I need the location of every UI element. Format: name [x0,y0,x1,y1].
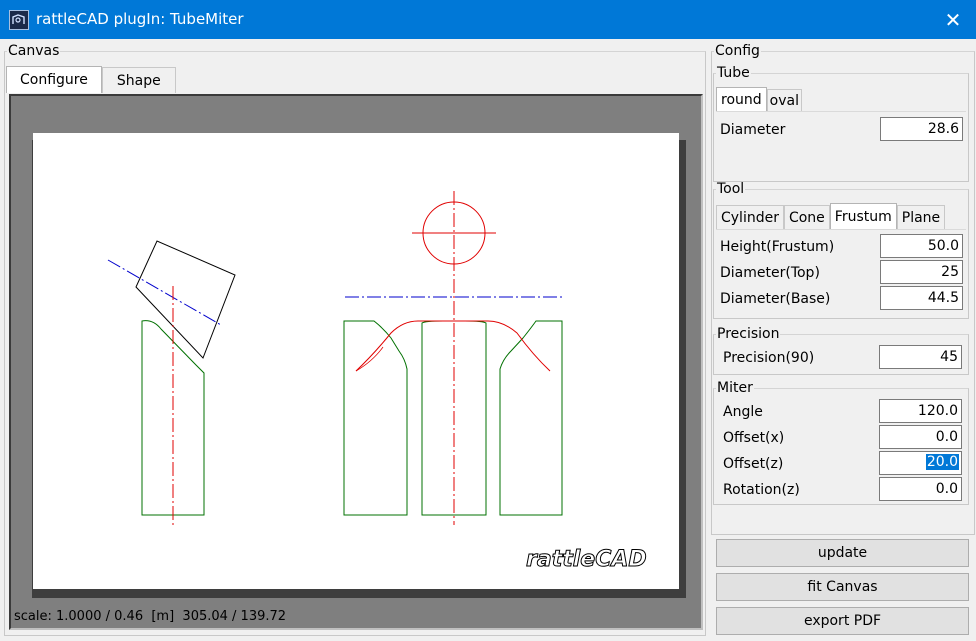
tube-legend: Tube [717,65,750,81]
tube-tabs: round oval [716,87,802,112]
height-frustum-input[interactable] [880,234,963,258]
offset-z-input[interactable]: 20.0 [879,451,962,475]
scale-status: scale: 1.0000 / 0.46 [m] 305.04 / 139.72 [14,609,287,624]
offset-z-label: Offset(z) [723,456,784,472]
tab-oval[interactable]: oval [766,89,802,112]
precision-legend: Precision [717,326,780,342]
rattlecad-logo: rattleCAD [526,547,647,572]
diameter-base-input[interactable] [880,286,963,310]
height-frustum-label: Height(Frustum) [720,239,835,255]
close-button[interactable]: ✕ [930,0,976,39]
config-legend: Config [715,43,760,59]
rotation-z-input[interactable] [879,477,962,501]
rotation-z-label: Rotation(z) [723,482,800,498]
offset-z-selected-value[interactable]: 20.0 [925,454,959,470]
precision-input[interactable] [879,345,962,369]
tab-round[interactable]: round [716,87,767,112]
angle-label: Angle [723,404,763,420]
window-title: rattleCAD plugIn: TubeMiter [36,10,244,28]
app-icon [9,10,29,30]
diameter-top-label: Diameter(Top) [720,265,820,281]
diameter-base-label: Diameter(Base) [720,291,831,307]
fit-canvas-button[interactable]: fit Canvas [716,573,969,601]
export-pdf-button[interactable]: export PDF [716,607,969,635]
miter-legend: Miter [717,380,753,396]
tab-configure[interactable]: Configure [6,66,102,93]
angle-input[interactable] [879,399,962,423]
close-icon[interactable]: ✕ [945,8,962,32]
update-button[interactable]: update [716,539,969,567]
tool-legend: Tool [717,181,745,197]
tab-shape[interactable]: Shape [101,67,176,93]
canvas-tabs: Configure Shape [6,66,176,93]
diameter-input[interactable] [880,117,963,141]
diameter-top-input[interactable] [880,260,963,284]
miter-drawing: rattleCAD [107,191,647,573]
unrolled-left-panel [343,320,408,516]
precision-label: Precision(90) [723,350,815,366]
tool-tabs: Cylinder Cone Frustum Plane [716,203,946,229]
canvas-legend: Canvas [8,43,60,59]
tool-axis [107,259,222,326]
unrolled-right-panel [499,320,563,516]
tab-cone[interactable]: Cone [783,205,830,229]
miter-curve [355,320,551,372]
tab-plane[interactable]: Plane [896,205,946,229]
offset-x-input[interactable] [879,425,962,449]
tab-cylinder[interactable]: Cylinder [716,205,784,229]
drawing-sheet: rattleCAD [33,133,679,589]
diameter-label: Diameter [720,122,786,138]
tab-frustum[interactable]: Frustum [829,203,897,229]
title-bar: rattleCAD plugIn: TubeMiter ✕ [0,0,976,39]
tool-frustum-outline [135,240,236,359]
offset-x-label: Offset(x) [723,430,785,446]
